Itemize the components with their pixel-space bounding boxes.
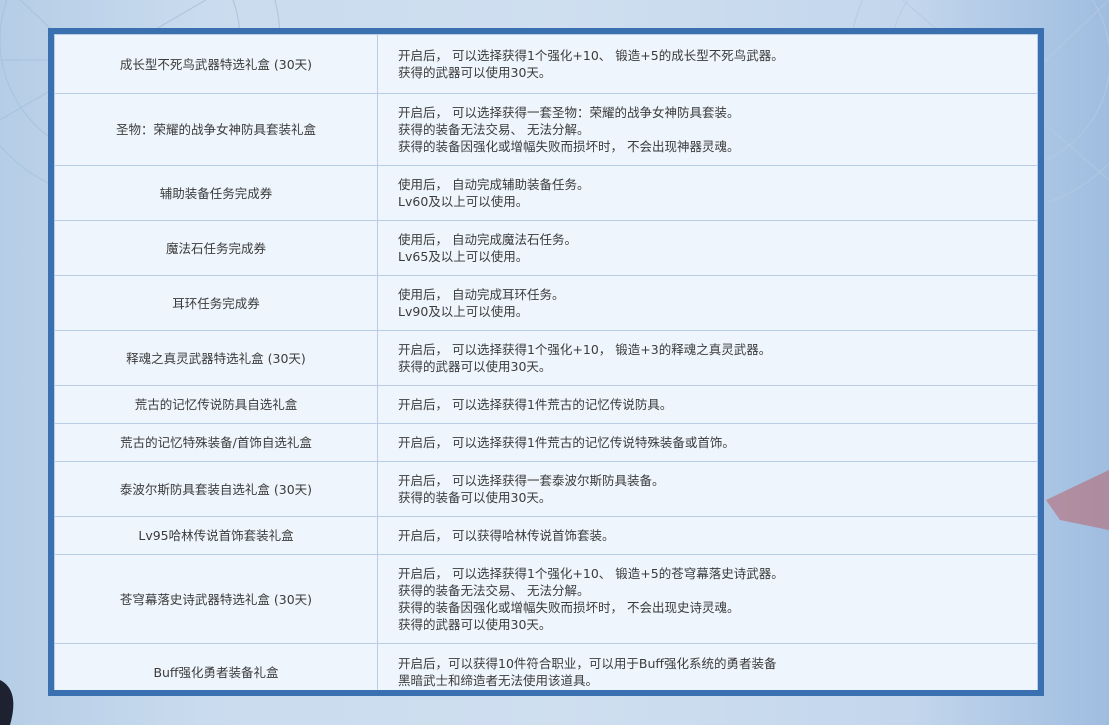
item-description: 使用后， 自动完成耳环任务。 Lv90及以上可以使用。 [377,275,1038,331]
table-row: 泰波尔斯防具套装自选礼盒 (30天) 开启后， 可以选择获得一套泰波尔斯防具装备。… [54,461,1038,517]
item-name: 荒古的记忆传说防具自选礼盒 [54,385,378,424]
table-row: 荒古的记忆特殊装备/首饰自选礼盒 开启后， 可以选择获得1件荒古的记忆传说特殊装备… [54,423,1038,462]
description-line: 获得的装备无法交易、 无法分解。 [398,583,590,598]
description-line: 获得的武器可以使用30天。 [398,617,552,632]
description-line: 开启后， 可以获得哈林传说首饰套装。 [398,528,615,543]
item-description: 开启后， 可以选择获得1件荒古的记忆传说特殊装备或首饰。 [377,423,1038,462]
table-row: Lv95哈林传说首饰套装礼盒 开启后， 可以获得哈林传说首饰套装。 [54,516,1038,555]
description-line: Lv65及以上可以使用。 [398,249,529,264]
description-line: 使用后， 自动完成辅助装备任务。 [398,177,590,192]
description-line: 获得的武器可以使用30天。 [398,65,552,80]
item-name: 荒古的记忆特殊装备/首饰自选礼盒 [54,423,378,462]
item-name: Lv95哈林传说首饰套装礼盒 [54,516,378,555]
item-description: 开启后， 可以选择获得1个强化+10、 锻造+5的苍穹幕落史诗武器。 获得的装备无… [377,554,1038,644]
description-line: 获得的装备可以使用30天。 [398,490,552,505]
item-name: 圣物：荣耀的战争女神防具套装礼盒 [54,93,378,166]
item-description: 开启后， 可以选择获得一套圣物：荣耀的战争女神防具套装。 获得的装备无法交易、 无… [377,93,1038,166]
reward-table-frame: 成长型不死鸟武器特选礼盒 (30天) 开启后， 可以选择获得1个强化+10、 锻造… [48,28,1044,696]
table-row: 释魂之真灵武器特选礼盒 (30天) 开启后， 可以选择获得1个强化+10， 锻造+… [54,330,1038,386]
item-name: 魔法石任务完成券 [54,220,378,276]
table-row: 魔法石任务完成券 使用后， 自动完成魔法石任务。 Lv65及以上可以使用。 [54,220,1038,276]
item-description: 使用后， 自动完成魔法石任务。 Lv65及以上可以使用。 [377,220,1038,276]
item-name: 泰波尔斯防具套装自选礼盒 (30天) [54,461,378,517]
item-name: 辅助装备任务完成券 [54,165,378,221]
description-line: 使用后， 自动完成魔法石任务。 [398,232,577,247]
item-description: 开启后， 可以选择获得1个强化+10， 锻造+3的释魂之真灵武器。 获得的武器可以… [377,330,1038,386]
description-line: 开启后， 可以选择获得一套圣物：荣耀的战争女神防具套装。 [398,105,740,120]
item-description: 开启后， 可以选择获得1个强化+10、 锻造+5的成长型不死鸟武器。 获得的武器可… [377,34,1038,94]
table-row: 成长型不死鸟武器特选礼盒 (30天) 开启后， 可以选择获得1个强化+10、 锻造… [54,34,1038,94]
description-line: 开启后， 可以选择获得1件荒古的记忆传说防具。 [398,397,673,412]
item-name: 苍穹幕落史诗武器特选礼盒 (30天) [54,554,378,644]
description-line: 开启后， 可以选择获得1个强化+10、 锻造+5的成长型不死鸟武器。 [398,48,784,63]
description-line: 获得的装备因强化或增幅失败而损坏时， 不会出现史诗灵魂。 [398,600,740,615]
item-description: 使用后， 自动完成辅助装备任务。 Lv60及以上可以使用。 [377,165,1038,221]
table-row: 辅助装备任务完成券 使用后， 自动完成辅助装备任务。 Lv60及以上可以使用。 [54,165,1038,221]
description-line: 黑暗武士和缔造者无法使用该道具。 [398,673,599,688]
description-line: 开启后， 可以选择获得1件荒古的记忆传说特殊装备或首饰。 [398,435,735,450]
table-row: 荒古的记忆传说防具自选礼盒 开启后， 可以选择获得1件荒古的记忆传说防具。 [54,385,1038,424]
table-row: 苍穹幕落史诗武器特选礼盒 (30天) 开启后， 可以选择获得1个强化+10、 锻造… [54,554,1038,644]
item-name: 耳环任务完成券 [54,275,378,331]
table-row: Buff强化勇者装备礼盒 开启后，可以获得10件符合职业，可以用于Buff强化系统… [54,643,1038,690]
item-description: 开启后， 可以获得哈林传说首饰套装。 [377,516,1038,555]
description-line: Lv60及以上可以使用。 [398,194,529,209]
item-description: 开启后， 可以选择获得一套泰波尔斯防具装备。 获得的装备可以使用30天。 [377,461,1038,517]
table-row: 耳环任务完成券 使用后， 自动完成耳环任务。 Lv90及以上可以使用。 [54,275,1038,331]
reward-table: 成长型不死鸟武器特选礼盒 (30天) 开启后， 可以选择获得1个强化+10、 锻造… [54,34,1038,690]
table-row: 圣物：荣耀的战争女神防具套装礼盒 开启后， 可以选择获得一套圣物：荣耀的战争女神防… [54,93,1038,166]
description-line: 开启后， 可以选择获得一套泰波尔斯防具装备。 [398,473,665,488]
description-line: 开启后， 可以选择获得1个强化+10、 锻造+5的苍穹幕落史诗武器。 [398,566,784,581]
description-line: 开启后，可以获得10件符合职业，可以用于Buff强化系统的勇者装备 [398,656,777,671]
item-name: Buff强化勇者装备礼盒 [54,643,378,690]
description-line: 开启后， 可以选择获得1个强化+10， 锻造+3的释魂之真灵武器。 [398,342,772,357]
description-line: 获得的装备因强化或增幅失败而损坏时， 不会出现神器灵魂。 [398,139,740,154]
description-line: 获得的装备无法交易、 无法分解。 [398,122,590,137]
item-description: 开启后， 可以选择获得1件荒古的记忆传说防具。 [377,385,1038,424]
item-name: 成长型不死鸟武器特选礼盒 (30天) [54,34,378,94]
item-name: 释魂之真灵武器特选礼盒 (30天) [54,330,378,386]
item-description: 开启后，可以获得10件符合职业，可以用于Buff强化系统的勇者装备 黑暗武士和缔造… [377,643,1038,690]
description-line: 使用后， 自动完成耳环任务。 [398,287,565,302]
description-line: Lv90及以上可以使用。 [398,304,529,319]
description-line: 获得的武器可以使用30天。 [398,359,552,374]
